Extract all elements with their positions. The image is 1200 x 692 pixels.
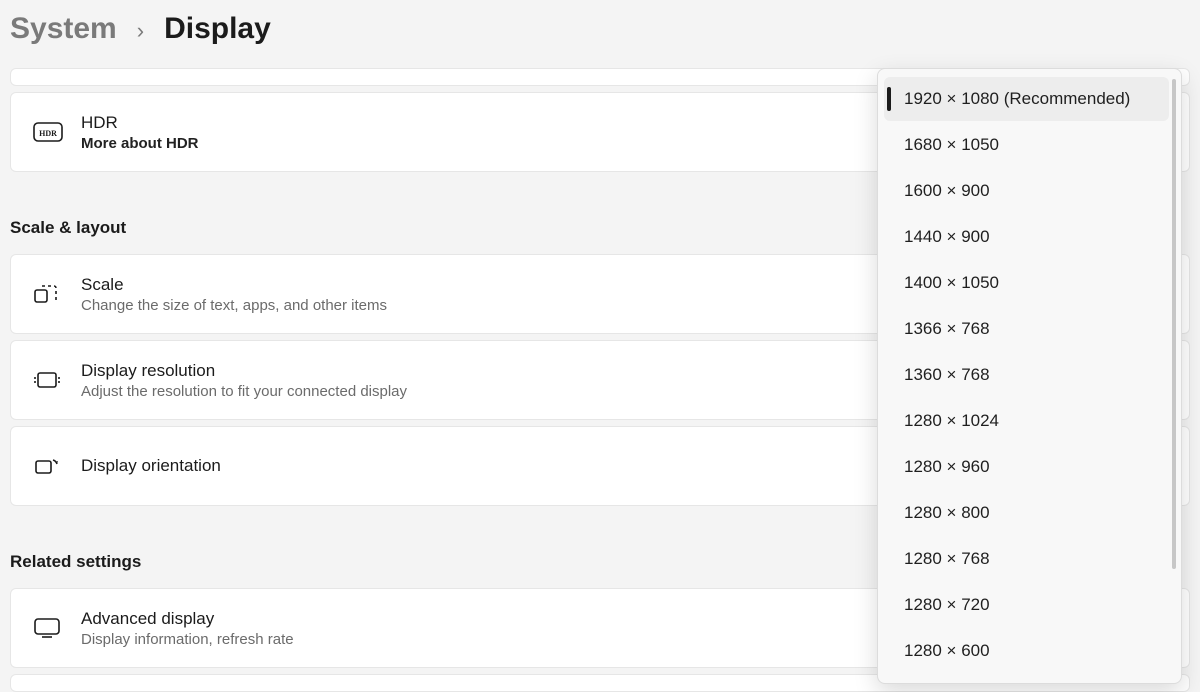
orientation-title: Display orientation — [81, 456, 221, 476]
resolution-title: Display resolution — [81, 361, 407, 381]
resolution-option[interactable]: 1280 × 768 — [884, 537, 1169, 581]
hdr-sub[interactable]: More about HDR — [81, 135, 199, 152]
monitor-icon — [33, 617, 81, 639]
resolution-icon — [33, 368, 81, 392]
hdr-icon: HDR — [33, 122, 81, 142]
resolution-option[interactable]: 1280 × 600 — [884, 629, 1169, 669]
chevron-right-icon: › — [137, 18, 144, 44]
scale-sub: Change the size of text, apps, and other… — [81, 297, 387, 314]
resolution-option[interactable]: 1600 × 900 — [884, 169, 1169, 213]
resolution-option[interactable]: 1360 × 768 — [884, 353, 1169, 397]
resolution-option[interactable]: 1280 × 720 — [884, 583, 1169, 627]
advanced-title: Advanced display — [81, 609, 294, 629]
svg-text:HDR: HDR — [39, 129, 57, 138]
breadcrumb-parent[interactable]: System — [10, 12, 117, 46]
resolution-option[interactable]: 1400 × 1050 — [884, 261, 1169, 305]
resolution-sub: Adjust the resolution to fit your connec… — [81, 383, 407, 400]
breadcrumb-current: Display — [164, 12, 271, 46]
dropdown-scrollbar[interactable] — [1172, 79, 1176, 569]
breadcrumb: System › Display — [10, 8, 1190, 68]
resolution-option[interactable]: 1920 × 1080 (Recommended) — [884, 77, 1169, 121]
scale-icon — [33, 281, 81, 307]
resolution-option[interactable]: 1280 × 1024 — [884, 399, 1169, 443]
resolution-option[interactable]: 1280 × 960 — [884, 445, 1169, 489]
scale-title: Scale — [81, 275, 387, 295]
advanced-sub: Display information, refresh rate — [81, 631, 294, 648]
resolution-option[interactable]: 1680 × 1050 — [884, 123, 1169, 167]
resolution-option[interactable]: 1440 × 900 — [884, 215, 1169, 259]
orientation-icon — [33, 454, 81, 478]
resolution-option[interactable]: 1280 × 800 — [884, 491, 1169, 535]
hdr-title: HDR — [81, 113, 199, 133]
resolution-option[interactable]: 1366 × 768 — [884, 307, 1169, 351]
resolution-dropdown[interactable]: 1920 × 1080 (Recommended)1680 × 10501600… — [877, 68, 1182, 684]
